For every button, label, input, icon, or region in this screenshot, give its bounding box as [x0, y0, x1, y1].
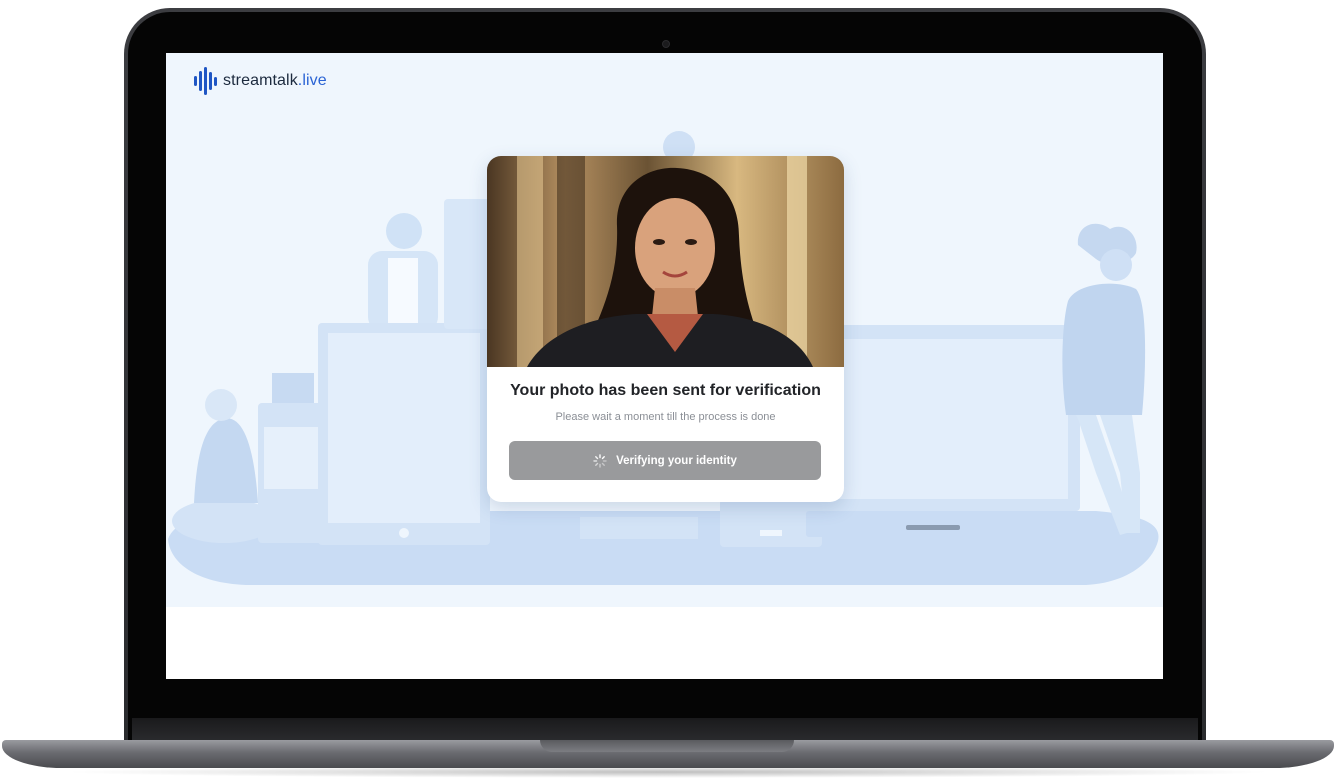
- app-screen: streamtalk.live Your photo has been sent…: [166, 53, 1163, 679]
- window-light-right: [787, 156, 807, 367]
- brand-name: streamtalk: [223, 72, 298, 89]
- tablet-big-button: [399, 528, 409, 538]
- verification-subtitle: Please wait a moment till the process is…: [555, 411, 776, 423]
- right-laptop-base: [806, 511, 1096, 537]
- seated-figure-head: [205, 389, 237, 421]
- phone-device-button: [760, 530, 782, 536]
- brand-logo[interactable]: streamtalk.live: [194, 67, 327, 95]
- selfie-photo: [487, 156, 844, 367]
- old-man-head: [386, 213, 422, 249]
- verification-title: Your photo has been sent for verificatio…: [510, 382, 821, 399]
- camera-icon: [662, 40, 670, 48]
- laptop-notch: [540, 740, 794, 752]
- right-eye: [685, 239, 697, 245]
- brand-wordmark: streamtalk.live: [223, 72, 327, 90]
- soundwave-icon: [194, 67, 217, 95]
- selfie-illustration: [517, 156, 813, 367]
- old-man-shirt: [388, 258, 418, 328]
- right-laptop-trackpad: [906, 525, 960, 530]
- center-desk: [580, 517, 698, 539]
- back-monitor: [444, 199, 492, 329]
- right-laptop-inner: [828, 339, 1068, 499]
- verifying-button-label: Verifying your identity: [616, 454, 737, 467]
- seated-figure: [194, 418, 258, 503]
- laptop-base: [2, 740, 1334, 768]
- tablet-big-screen: [328, 333, 480, 523]
- face-shape: [635, 198, 715, 298]
- spinner-icon: [593, 453, 607, 468]
- left-eye: [653, 239, 665, 245]
- brand-tld: .live: [297, 72, 327, 89]
- standing-woman-head: [1100, 249, 1132, 281]
- standing-woman-body: [1062, 283, 1146, 415]
- kiosk-left-screen: [264, 427, 322, 489]
- verification-card: Your photo has been sent for verificatio…: [487, 156, 844, 502]
- small-box: [272, 373, 314, 403]
- verifying-button[interactable]: Verifying your identity: [509, 441, 821, 480]
- window-light-left: [517, 156, 543, 367]
